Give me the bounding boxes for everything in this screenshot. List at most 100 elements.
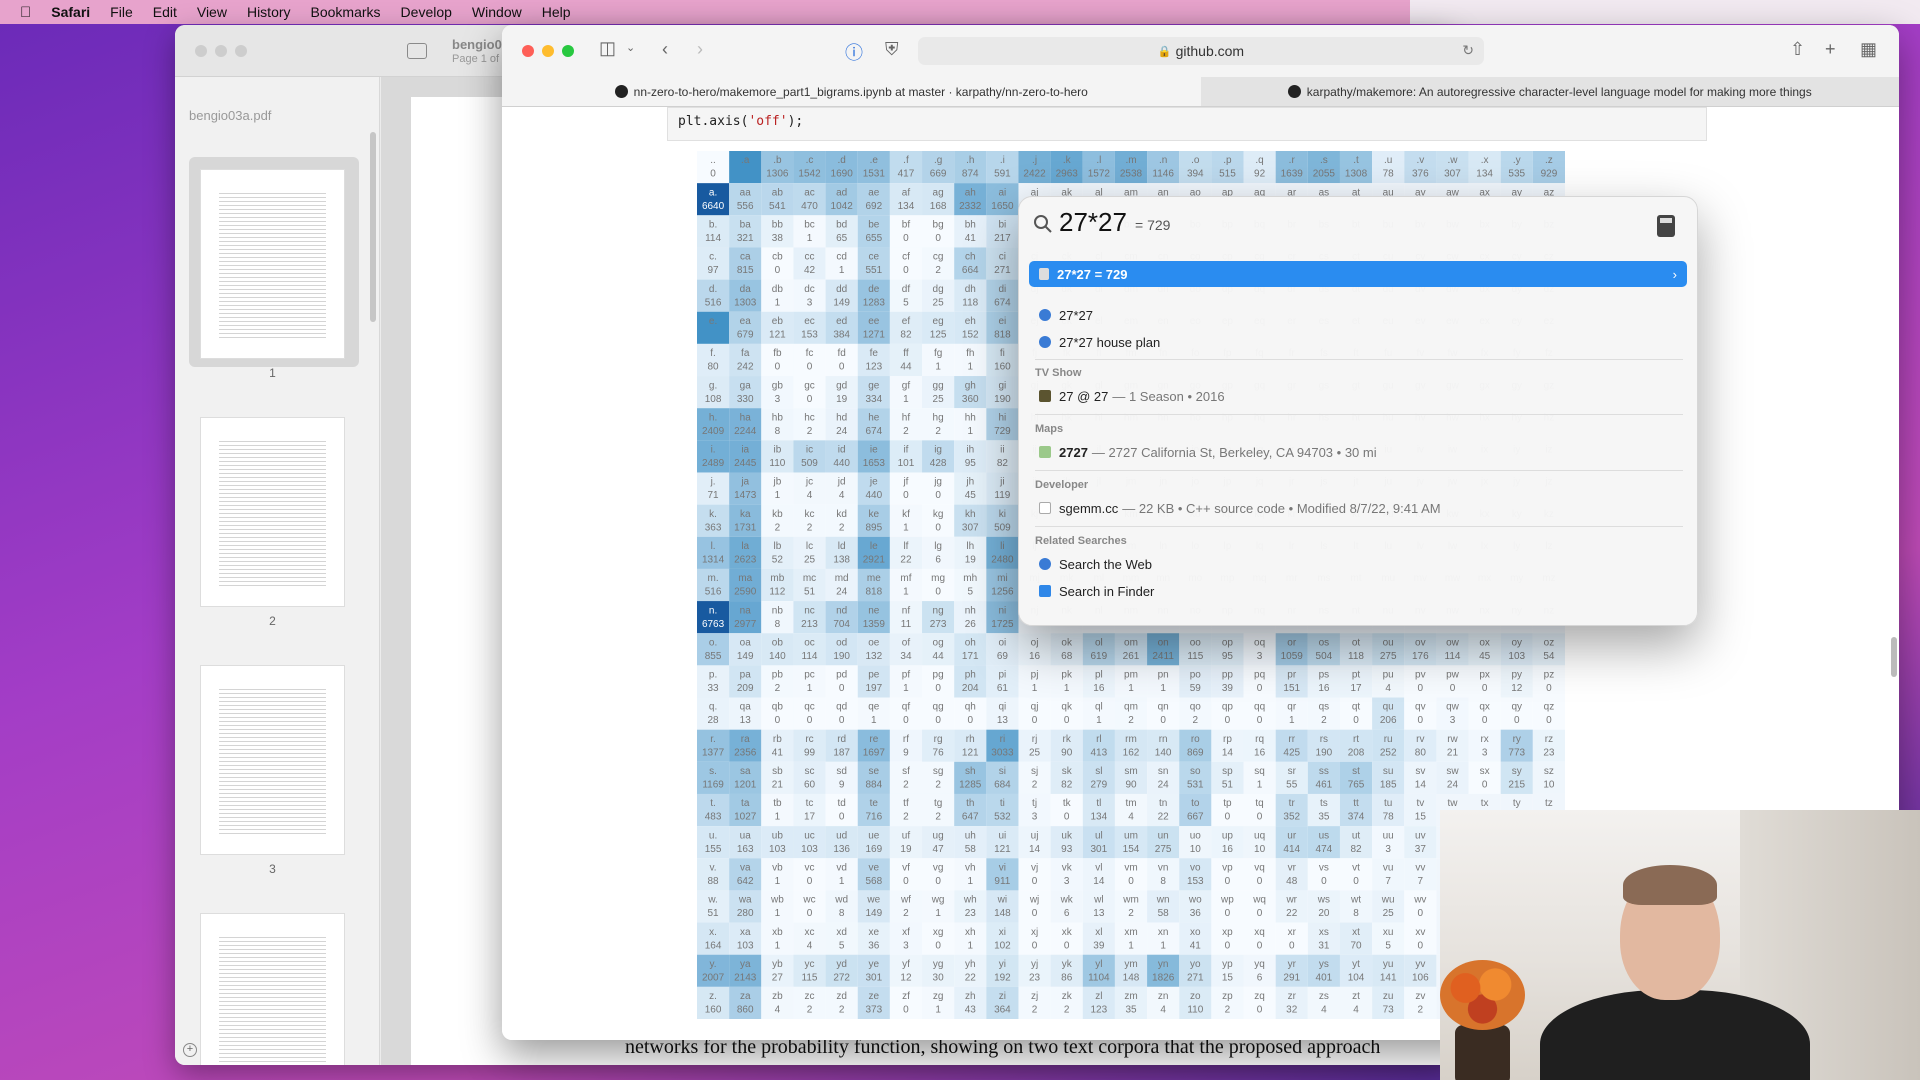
sidebar-scrollbar[interactable] bbox=[370, 132, 376, 322]
tab-overview-icon[interactable]: ▦ bbox=[1860, 39, 1877, 60]
menu-help[interactable]: Help bbox=[542, 4, 571, 20]
spotlight-panel: 27*27 = 729 27*27 = 729 › 27*27 27*27 ho… bbox=[1018, 196, 1698, 626]
cell-bigram-label: yd bbox=[836, 959, 847, 970]
cell-bigram-label: qc bbox=[804, 702, 815, 713]
cell-count-label: 307 bbox=[962, 522, 979, 533]
cell-bigram-label: sp bbox=[1222, 766, 1233, 777]
spotlight-suggestion[interactable]: 27*27 house plan bbox=[1029, 330, 1687, 354]
cell-bigram-label: s. bbox=[709, 766, 717, 777]
menu-bookmarks[interactable]: Bookmarks bbox=[311, 4, 381, 20]
cell-bigram-label: pn bbox=[1158, 670, 1169, 681]
cell-count-label: 1 bbox=[775, 876, 781, 887]
password-extension-icon[interactable]: ⓘ bbox=[845, 39, 863, 65]
cell-bigram-label: f. bbox=[710, 348, 716, 359]
apple-menu-icon[interactable]:  bbox=[20, 4, 31, 21]
menu-file[interactable]: File bbox=[110, 4, 133, 20]
menu-edit[interactable]: Edit bbox=[153, 4, 177, 20]
cell-count-label: 2 bbox=[935, 426, 941, 437]
new-tab-icon[interactable]: + bbox=[1825, 39, 1836, 60]
code-cell[interactable]: plt.axis('off'); bbox=[667, 107, 1707, 141]
spotlight-result-map[interactable]: 2727 — 2727 California St, Berkeley, CA … bbox=[1029, 440, 1687, 464]
search-finder-item[interactable]: Search in Finder bbox=[1029, 579, 1687, 603]
sidebar-toggle-icon[interactable] bbox=[407, 43, 427, 59]
minimize-icon[interactable] bbox=[542, 45, 554, 57]
cell-count-label: 1283 bbox=[863, 297, 886, 308]
cell-bigram-label: t. bbox=[710, 798, 716, 809]
cell-bigram-label: sm bbox=[1124, 766, 1137, 777]
cell-count-label: 134 bbox=[898, 201, 915, 212]
address-bar[interactable]: 🔒 github.com ↻ bbox=[918, 37, 1484, 65]
cell-count-label: 47 bbox=[933, 844, 945, 855]
cell-bigram-label: mh bbox=[963, 573, 977, 584]
page-thumbnail-4[interactable] bbox=[200, 913, 345, 1065]
cell-count-label: 25 bbox=[1383, 908, 1395, 919]
spotlight-top-hit[interactable]: 27*27 = 729 › bbox=[1029, 261, 1687, 287]
page-thumbnail-1[interactable] bbox=[200, 169, 345, 359]
sidebar-icon[interactable]: ◫ bbox=[599, 38, 616, 59]
cell-count-label: 15 bbox=[1222, 972, 1234, 983]
cell-count-label: 679 bbox=[737, 329, 754, 340]
cell-count-label: 556 bbox=[737, 201, 754, 212]
minimize-icon[interactable] bbox=[215, 45, 227, 57]
spotlight-result-file[interactable]: sgemm.cc — 22 KB • C++ source code • Mod… bbox=[1029, 496, 1687, 520]
cell-count-label: 895 bbox=[865, 522, 882, 533]
cell-count-label: 54 bbox=[1543, 651, 1555, 662]
cell-count-label: 2 bbox=[807, 1005, 813, 1016]
cell-count-label: 149 bbox=[737, 651, 754, 662]
tab-notebook[interactable]: nn-zero-to-hero/makemore_part1_bigrams.i… bbox=[502, 77, 1201, 106]
chevron-down-icon[interactable]: ⌄ bbox=[626, 41, 635, 54]
cell-count-label: 190 bbox=[994, 394, 1011, 405]
forward-icon[interactable]: › bbox=[697, 39, 703, 60]
close-icon[interactable] bbox=[195, 45, 207, 57]
cell-bigram-label: ui bbox=[999, 830, 1007, 841]
cell-bigram-label: mg bbox=[931, 573, 945, 584]
spotlight-result-tv[interactable]: 27 @ 27 — 1 Season • 2016 bbox=[1029, 384, 1687, 408]
share-icon[interactable]: ⇧ bbox=[1790, 39, 1805, 60]
cell-bigram-label: gg bbox=[933, 380, 944, 391]
menu-develop[interactable]: Develop bbox=[401, 4, 452, 20]
cell-bigram-label: rt bbox=[1353, 734, 1359, 745]
cell-bigram-label: to bbox=[1191, 798, 1200, 809]
page-thumbnail-3[interactable] bbox=[200, 665, 345, 855]
tab-makemore[interactable]: karpathy/makemore: An autoregressive cha… bbox=[1201, 77, 1900, 106]
cell-count-label: 0 bbox=[710, 169, 716, 180]
close-icon[interactable] bbox=[522, 45, 534, 57]
cell-bigram-label: yc bbox=[805, 959, 815, 970]
cell-bigram-label: qz bbox=[1544, 702, 1555, 713]
cell-count-label: 1042 bbox=[831, 201, 854, 212]
cell-count-label: 1473 bbox=[734, 490, 757, 501]
cell-count-label: 2 bbox=[807, 522, 813, 533]
cell-bigram-label: xa bbox=[740, 927, 751, 938]
cell-bigram-label: .. bbox=[710, 155, 716, 166]
cell-count-label: 22 bbox=[965, 972, 977, 983]
zoom-icon[interactable] bbox=[562, 45, 574, 57]
shield-icon[interactable]: ⛨ bbox=[885, 39, 899, 60]
cell-bigram-label: zu bbox=[1383, 991, 1394, 1002]
page-thumbnail-2[interactable] bbox=[200, 417, 345, 607]
menu-history[interactable]: History bbox=[247, 4, 291, 20]
divider bbox=[1035, 470, 1683, 471]
cell-count-label: 271 bbox=[1187, 972, 1204, 983]
cell-count-label: 121 bbox=[994, 844, 1011, 855]
zoom-icon[interactable] bbox=[235, 45, 247, 57]
cell-count-label: 1104 bbox=[1088, 972, 1110, 983]
menu-app-name[interactable]: Safari bbox=[51, 4, 90, 20]
cell-bigram-label: sj bbox=[1031, 766, 1038, 777]
cell-bigram-label: mb bbox=[770, 573, 784, 584]
reload-icon[interactable]: ↻ bbox=[1462, 42, 1474, 59]
spotlight-query[interactable]: 27*27 bbox=[1059, 207, 1127, 238]
menu-view[interactable]: View bbox=[197, 4, 227, 20]
spotlight-suggestion[interactable]: 27*27 bbox=[1029, 303, 1687, 327]
add-page-icon[interactable]: + bbox=[183, 1043, 197, 1057]
cell-bigram-label: sk bbox=[1062, 766, 1073, 777]
menu-window[interactable]: Window bbox=[472, 4, 522, 20]
cell-bigram-label: zp bbox=[1222, 991, 1233, 1002]
cell-count-label: 401 bbox=[1316, 972, 1333, 983]
cell-count-label: 2 bbox=[903, 908, 909, 919]
cell-bigram-label: db bbox=[772, 284, 784, 295]
back-icon[interactable]: ‹ bbox=[662, 39, 668, 60]
cell-bigram-label: qr bbox=[1287, 702, 1297, 713]
page-scrollbar[interactable] bbox=[1891, 637, 1897, 677]
search-web-item[interactable]: Search the Web bbox=[1029, 552, 1687, 576]
cell-count-label: 41 bbox=[965, 233, 977, 244]
